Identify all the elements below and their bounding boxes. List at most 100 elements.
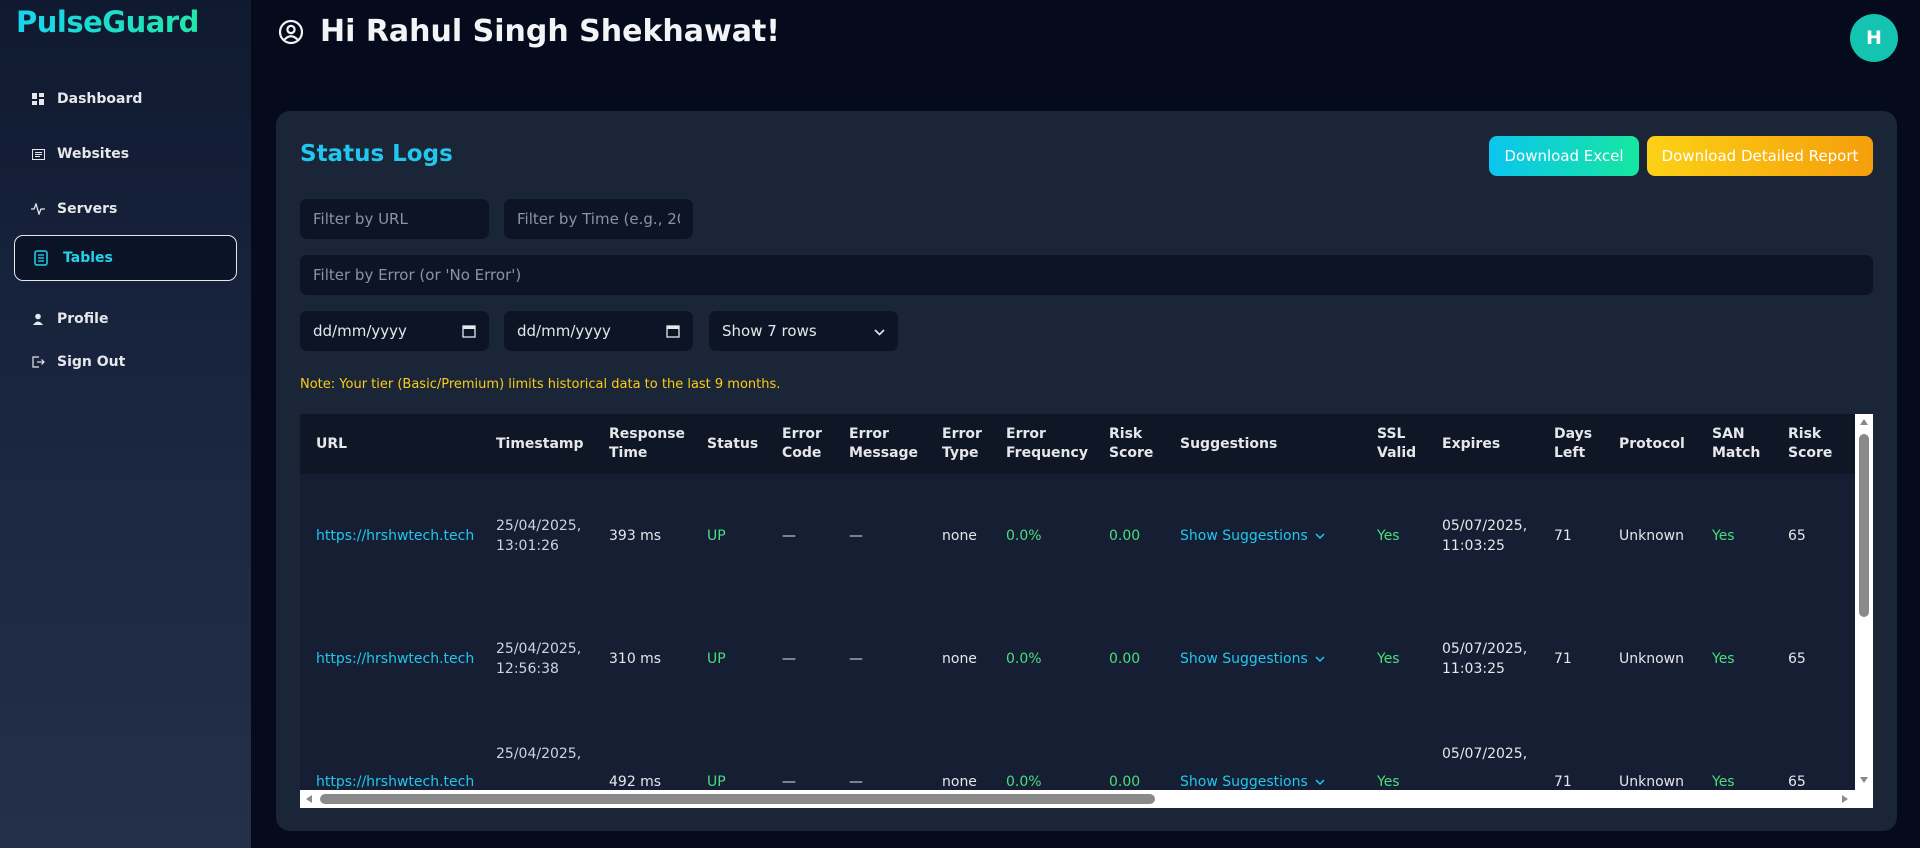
scroll-down-arrow-icon[interactable] [1859,776,1869,784]
status-logs-card: Status Logs Download Excel Download Deta… [276,111,1897,831]
cell-ssl-valid: Yes [1377,650,1400,667]
date-from-value: dd/mm/yyyy [313,322,407,340]
table-row: https://hrshwtech.tech 25/04/2025, 13:01… [300,474,1855,597]
scroll-right-arrow-icon[interactable] [1841,794,1849,804]
status-logs-table[interactable]: URL Timestamp Response Time Status Error… [300,414,1873,808]
chevron-down-icon [874,322,885,340]
date-to-input[interactable]: dd/mm/yyyy [504,311,693,351]
suggestions-label: Show Suggestions [1180,773,1308,790]
rows-per-page-select[interactable]: Show 7 rows [709,311,898,351]
column-header-error-message: Error Message [849,426,919,461]
cell-ssl-valid: Yes [1377,773,1400,790]
cell-error-type: none [942,527,977,544]
cell-url[interactable]: https://hrshwtech.tech [316,720,474,790]
filter-error-input[interactable] [300,255,1873,295]
cell-response-time: 492 ms [609,773,662,790]
websites-icon [30,146,46,162]
cell-error-frequency: 0.0% [1006,650,1042,667]
activity-icon [30,201,46,217]
user-circle-icon [278,18,304,45]
sidebar: PulseGuard Dashboard Websites Servers Ta… [0,0,251,848]
show-suggestions-button[interactable]: Show Suggestions [1180,474,1325,597]
table-header: URL Timestamp Response Time Status Error… [300,414,1855,474]
cell-error-code: — [782,773,796,790]
table-viewport: URL Timestamp Response Time Status Error… [300,414,1855,790]
column-header-days-left: Days Left [1554,426,1593,461]
cell-url[interactable]: https://hrshwtech.tech [316,474,474,597]
cell-san-match: Yes [1712,650,1735,667]
table-row: https://hrshwtech.tech 25/04/2025, 12:56… [300,597,1855,720]
cell-expires: 05/07/2025, 11:03:25 [1442,517,1528,554]
cell-error-type: none [942,773,977,790]
cell-risk-score: 0.00 [1109,773,1141,790]
sidebar-item-label: Tables [63,250,113,266]
sidebar-item-label: Profile [57,311,109,327]
cell-risk-score-2: 65 [1788,650,1806,667]
sidebar-item-websites[interactable]: Websites [14,131,237,177]
cell-status: UP [707,527,726,544]
cell-error-frequency: 0.0% [1006,773,1042,790]
column-header-timestamp: Timestamp [496,435,584,452]
calendar-icon[interactable] [462,324,476,338]
avatar[interactable]: H [1850,14,1898,62]
cell-san-match: Yes [1712,527,1735,544]
date-from-input[interactable]: dd/mm/yyyy [300,311,489,351]
download-excel-button[interactable]: Download Excel [1489,136,1639,176]
sidebar-item-profile[interactable]: Profile [14,296,237,342]
filter-url-input[interactable] [300,199,489,239]
column-header-url: URL [316,435,348,452]
sidebar-item-dashboard[interactable]: Dashboard [14,76,237,122]
column-header-risk-score-2: Risk Score [1788,426,1833,461]
column-header-suggestions: Suggestions [1180,435,1278,452]
show-suggestions-button[interactable]: Show Suggestions [1180,597,1325,720]
date-to-value: dd/mm/yyyy [517,322,611,340]
column-header-risk-score: Risk Score [1109,426,1154,461]
greeting-text: Hi Rahul Singh Shekhawat! [320,13,780,49]
suggestions-label: Show Suggestions [1180,527,1308,544]
cell-expires: 05/07/2025, [1442,746,1528,762]
suggestions-label: Show Suggestions [1180,650,1308,667]
cell-error-message: — [849,773,863,790]
document-icon [33,250,49,266]
cell-error-frequency: 0.0% [1006,527,1042,544]
sidebar-item-tables[interactable]: Tables [14,235,237,281]
sign-out-icon [30,354,46,370]
table-row: https://hrshwtech.tech 25/04/2025, 492 m… [300,720,1855,790]
cell-status: UP [707,773,726,790]
cell-error-message: — [849,650,863,667]
cell-url[interactable]: https://hrshwtech.tech [316,597,474,720]
cell-risk-score-2: 65 [1788,527,1806,544]
cell-san-match: Yes [1712,773,1735,790]
rows-select-value: Show 7 rows [722,322,817,340]
download-report-button[interactable]: Download Detailed Report [1647,136,1873,176]
sidebar-item-label: Sign Out [57,354,126,370]
cell-response-time: 310 ms [609,650,662,667]
app-logo: PulseGuard [16,5,199,39]
scroll-left-arrow-icon[interactable] [305,794,313,804]
chevron-down-icon [1315,532,1325,539]
sidebar-item-servers[interactable]: Servers [14,186,237,232]
cell-days-left: 71 [1554,527,1572,544]
column-header-status: Status [707,435,759,452]
column-header-error-frequency: Error Frequency [1006,426,1088,461]
cell-timestamp: 25/04/2025, [496,746,582,762]
horizontal-scroll-thumb[interactable] [320,794,1155,804]
calendar-icon[interactable] [666,324,680,338]
cell-risk-score-2: 65 [1788,773,1806,790]
scroll-up-arrow-icon[interactable] [1859,418,1869,426]
sidebar-item-label: Dashboard [57,91,143,107]
column-header-san-match: SAN Match [1712,426,1761,461]
tier-note: Note: Your tier (Basic/Premium) limits h… [300,377,781,392]
filter-time-input[interactable] [504,199,693,239]
cell-timestamp: 25/04/2025, 13:01:26 [496,517,582,554]
vertical-scrollbar[interactable] [1855,414,1873,790]
show-suggestions-button[interactable]: Show Suggestions [1180,720,1325,790]
sidebar-item-label: Websites [57,146,130,162]
vertical-scroll-thumb[interactable] [1859,434,1869,617]
user-icon [30,311,46,327]
cell-protocol: Unknown [1619,773,1684,790]
horizontal-scrollbar[interactable] [300,790,1873,808]
cell-ssl-valid: Yes [1377,527,1400,544]
cell-days-left: 71 [1554,773,1572,790]
sidebar-item-sign-out[interactable]: Sign Out [14,339,237,385]
